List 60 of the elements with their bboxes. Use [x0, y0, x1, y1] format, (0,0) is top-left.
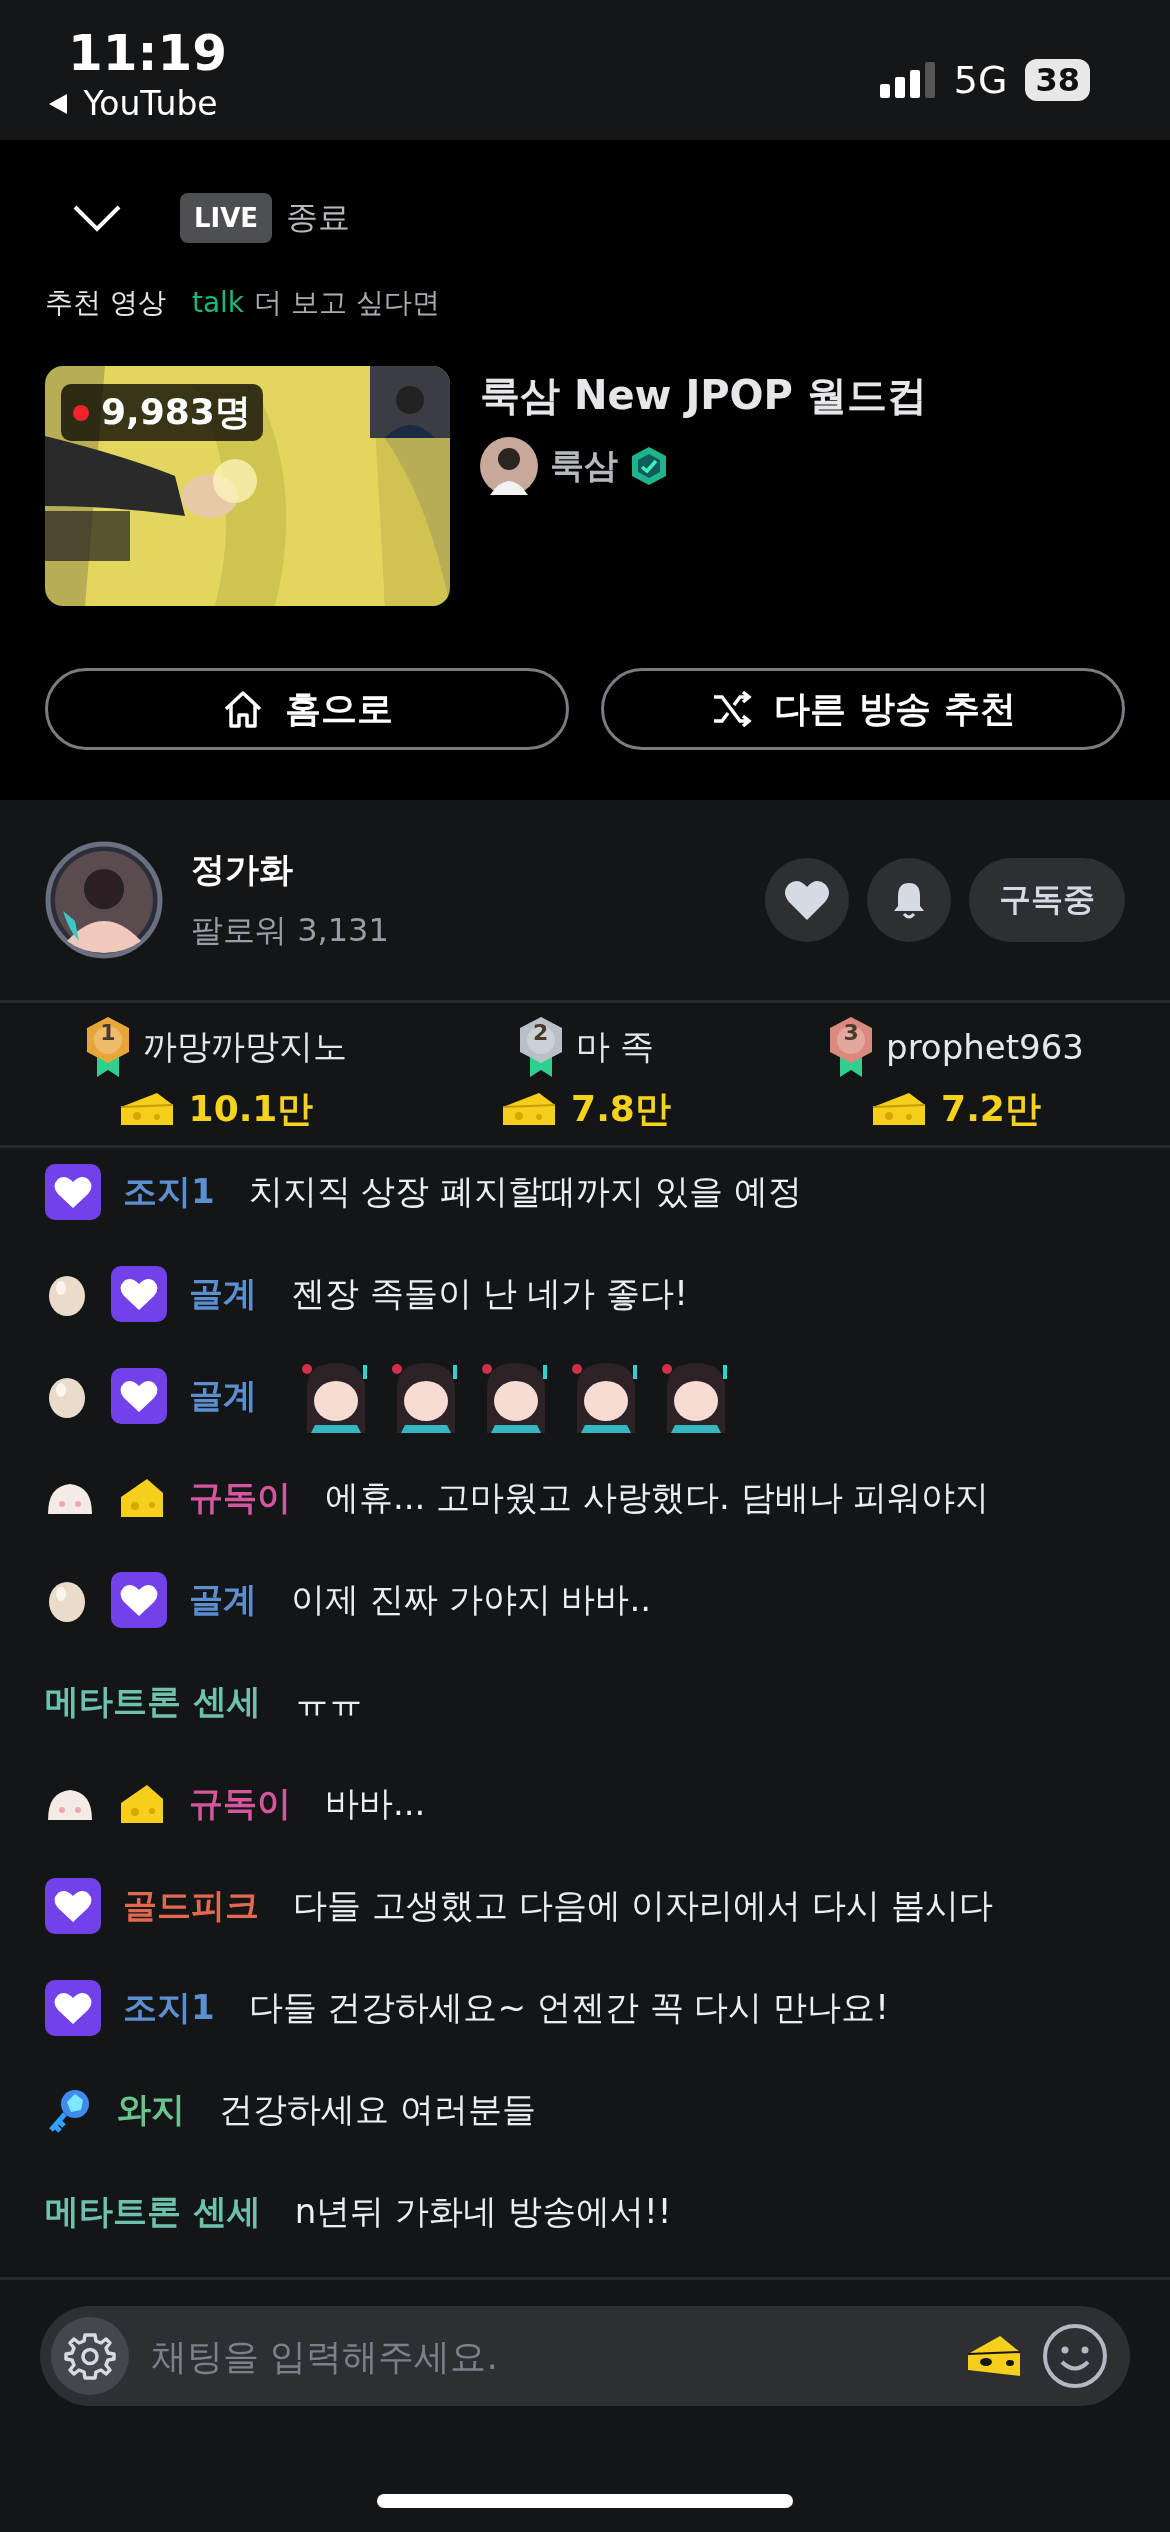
section-title: 추천 영상: [45, 285, 166, 321]
viewer-count: 9,983명: [61, 384, 263, 441]
subscriber-badge-icon: [111, 1368, 167, 1424]
chat-message: 이제 진짜 가야지 바바..: [291, 1578, 652, 1621]
chat-username[interactable]: 메타트론 센세: [45, 2189, 261, 2235]
chat-username[interactable]: 골계: [189, 1373, 257, 1419]
chat-username[interactable]: 골드피크: [123, 1883, 259, 1929]
chat-username[interactable]: 규독이: [189, 1781, 291, 1827]
subscriber-badge-icon: [45, 1980, 101, 2036]
streamer-avatar[interactable]: [45, 841, 163, 959]
home-button[interactable]: 홈으로: [45, 668, 569, 750]
chat-username[interactable]: 골계: [189, 1271, 257, 1317]
chat-username[interactable]: 조지1: [123, 1985, 215, 2031]
subscriber-badge-icon: [45, 1878, 101, 1934]
heart-icon: [783, 878, 831, 922]
chat-message: ㅠㅠ: [294, 1680, 363, 1723]
back-app-label[interactable]: YouTube: [83, 84, 218, 123]
subscriber-badge-icon: [111, 1266, 167, 1322]
status-time: 11:19: [68, 23, 228, 84]
settings-icon[interactable]: [51, 2317, 129, 2395]
subscriber-badge-icon: [111, 1572, 167, 1628]
chat-message: 건강하세요 여러분들: [219, 2088, 536, 2131]
subscribed-button[interactable]: 구독중: [969, 858, 1125, 942]
chat-message: 젠장 족돌이 난 네가 좋다!: [291, 1272, 688, 1315]
donation-amount: 7.2만: [941, 1086, 1041, 1131]
back-icon[interactable]: [47, 91, 70, 116]
chat-username[interactable]: 조지1: [123, 1169, 215, 1215]
signal-icon: [879, 62, 936, 98]
network-label: 5G: [953, 58, 1008, 102]
live-badge: LIVE: [180, 193, 273, 243]
chat-input-bar[interactable]: 채팅을 입력해주세요.: [40, 2306, 1130, 2406]
chat-message: n년뒤 가화네 방송에서!!: [294, 2190, 672, 2233]
subscriber-badge-icon: [45, 1164, 101, 1220]
brand-label: talk: [191, 286, 245, 319]
chat-input-field[interactable]: 채팅을 입력해주세요.: [149, 2334, 946, 2378]
follower-count: 팔로워 3,131: [191, 910, 389, 951]
section-hint: 더 보고 싶다면: [254, 285, 440, 321]
donation-amount: 7.8만: [571, 1086, 671, 1131]
chat-message: 바바...: [325, 1782, 426, 1825]
emoji-icon[interactable]: [1042, 2323, 1108, 2389]
chat-message: 치지직 상장 폐지할때까지 있을 예정: [248, 1170, 802, 1213]
recommend-button[interactable]: 다른 방송 추천: [601, 668, 1125, 750]
chat-username[interactable]: 메타트론 센세: [45, 1679, 261, 1725]
donor-name: prophet963: [886, 1026, 1084, 1067]
battery-icon: 38: [1025, 59, 1090, 101]
video-title[interactable]: 룩삼 New JPOP 월드컵: [480, 368, 927, 423]
donor-name: 마 족: [575, 1024, 655, 1068]
chat-username[interactable]: 와지: [117, 2087, 185, 2133]
collapse-icon[interactable]: [72, 204, 122, 232]
chat-username[interactable]: 골계: [189, 1577, 257, 1623]
streamer-name[interactable]: 정가화: [191, 847, 389, 893]
channel-avatar[interactable]: [480, 437, 538, 495]
channel-name[interactable]: 룩삼: [550, 443, 618, 489]
donor-name: 까망까망지노: [143, 1024, 347, 1068]
chat-message: 에휴... 고마웠고 사랑했다. 담배나 피워야지: [325, 1476, 990, 1519]
chat-username[interactable]: 규독이: [189, 1475, 291, 1521]
live-status: 종료: [286, 197, 351, 238]
donation-amount: 10.1만: [188, 1086, 314, 1131]
chat-message: 다들 건강하세요~ 언젠간 꼭 다시 만나요!: [248, 1986, 889, 2029]
chat-message: 다들 고생했고 다음에 이자리에서 다시 봅시다: [293, 1884, 994, 1927]
